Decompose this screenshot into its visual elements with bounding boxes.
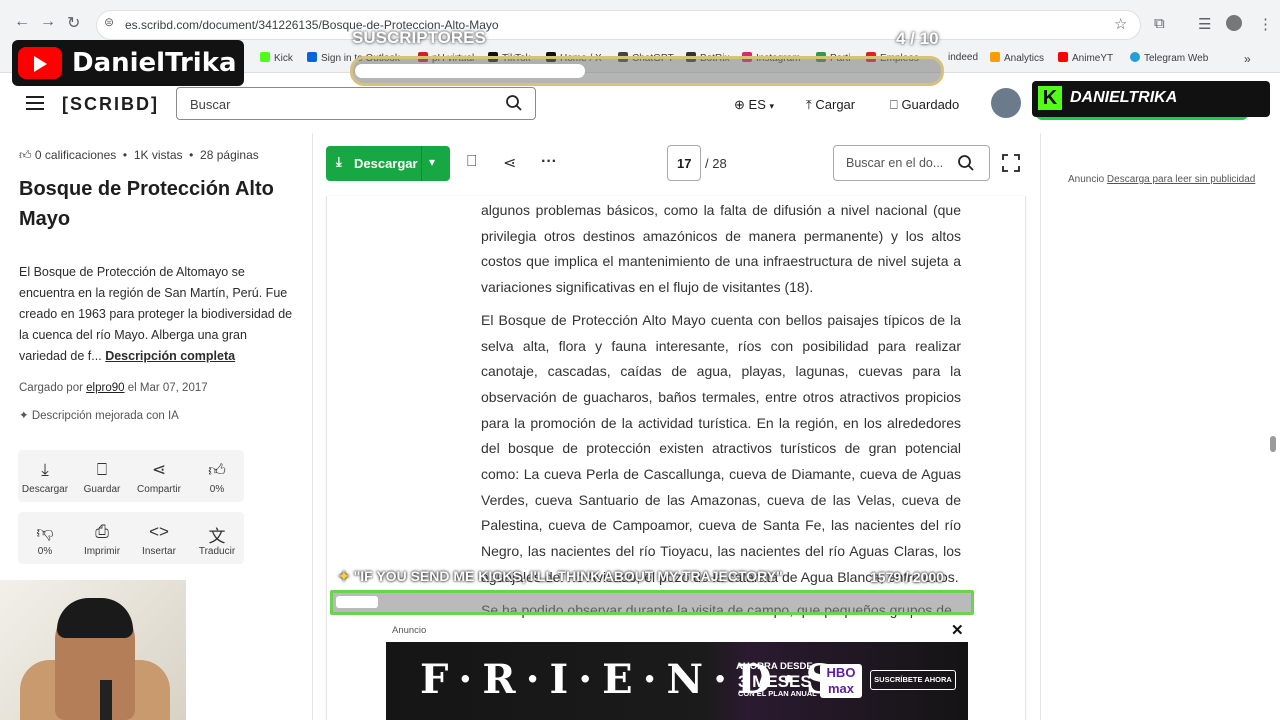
document-paragraph: algunos problemas básicos, como la falta… (481, 202, 961, 296)
scrollbar-thumb[interactable] (1270, 436, 1276, 452)
bookmark-icon: ⎕ (96, 460, 108, 479)
scribd-logo[interactable]: [SCRIBD] (62, 94, 159, 115)
right-column-divider (1040, 133, 1041, 720)
search-icon[interactable] (957, 154, 975, 172)
language-selector[interactable]: ⊕ ES ▾ (734, 97, 774, 113)
ad-promo-line3: CON EL PLAN ANUAL (738, 689, 817, 698)
uploaded-info: Cargado por elpro90 el Mar 07, 2017 (19, 382, 208, 394)
document-content: algunos problemas básicos, como la falta… (481, 198, 961, 598)
ratings-count: 0 calificaciones (34, 148, 117, 162)
total-pages: / 28 (705, 156, 727, 171)
bookmark-indeed[interactable]: indeed (948, 52, 978, 63)
share-action[interactable]: ⋖ Compartir (133, 460, 185, 495)
translate-icon: 文 (208, 527, 226, 546)
bookmark-icon[interactable]: ⎕ (467, 153, 477, 171)
views-count: 1K vistas (133, 148, 183, 162)
more-options-icon[interactable]: ··· (541, 153, 557, 171)
tab-search-icon[interactable]: ☰ (1198, 15, 1211, 33)
profile-avatar[interactable] (1226, 15, 1242, 31)
chevron-down-icon: ▾ (769, 101, 775, 111)
embed-action[interactable]: <> Insertar (133, 522, 185, 557)
translate-action[interactable]: 文 Traducir (191, 522, 243, 557)
bookmark-analytics[interactable]: Analytics (990, 52, 1044, 64)
saved-button[interactable]: ⎕ Guardado (890, 97, 959, 113)
subscribers-goal-fill (355, 64, 585, 78)
uploader-link[interactable]: elpro90 (86, 382, 124, 394)
reload-icon[interactable]: ↻ (67, 13, 80, 33)
forward-icon[interactable]: → (40, 13, 56, 31)
bookmark-animeyt[interactable]: AnimeYT (1058, 52, 1113, 64)
stream-comment-overlay: ✦ "IF YOU SEND ME KICKS, I'LL THINK ABOU… (338, 568, 783, 584)
download-action[interactable]: ⤓ Descargar (19, 460, 71, 495)
ad-promo-line1: AHORRA DESDE (736, 661, 813, 672)
right-ad-label: Anuncio Descarga para leer sin publicida… (1068, 174, 1256, 185)
remove-ads-link[interactable]: Descarga para leer sin publicidad (1107, 174, 1255, 185)
chevron-down-icon[interactable]: ▾ (429, 155, 435, 169)
subscribers-goal-count: 4 / 10 (896, 29, 939, 48)
dislike-action[interactable]: 👎︎ 0% (19, 522, 71, 557)
download-icon: ⤓ (41, 460, 49, 479)
document-description: El Bosque de Protección de Altomayo se e… (19, 262, 294, 367)
document-search-placeholder: Buscar en el do... (846, 156, 944, 170)
bottom-ad-label: Anuncio (392, 625, 427, 636)
hamburger-menu-icon[interactable] (26, 96, 44, 110)
embed-icon: <> (149, 522, 169, 541)
upload-button[interactable]: ⤒ Cargar (806, 97, 855, 113)
bookmark-telegram[interactable]: Telegram Web (1130, 52, 1208, 64)
thumbs-up-icon: 👍︎ (19, 148, 32, 162)
menu-icon[interactable]: ⋮ (1258, 15, 1273, 33)
doc-stats: 👍︎ 0 calificaciones • 1K vistas • 28 pág… (19, 148, 259, 162)
fullscreen-icon[interactable] (1002, 154, 1020, 172)
document-paragraph: El Bosque de Protección Alto Mayo cuenta… (481, 311, 961, 585)
print-icon: ⎙ (95, 522, 109, 541)
subscribers-goal-label: SUSCRIPTORES (352, 28, 486, 47)
extensions-icon[interactable]: ⧉ (1154, 15, 1165, 32)
download-button-divider (421, 146, 422, 181)
close-icon[interactable]: ✕ (951, 621, 964, 639)
bookmark-icon: ⎕ (890, 97, 898, 112)
save-action[interactable]: ⎕ Guardar (76, 460, 128, 495)
search-icon[interactable] (505, 94, 523, 112)
print-action[interactable]: ⎙ Imprimir (76, 522, 128, 557)
play-icon (34, 56, 47, 72)
comment-goal-count: 1579 / 2000 (870, 569, 944, 585)
bookmarks-overflow-icon[interactable]: » (1244, 52, 1251, 66)
document-title: Bosque de Protección Alto Mayo (19, 178, 274, 230)
download-icon: ⤓ (336, 154, 342, 169)
channel-name: DanielTrika (72, 48, 237, 78)
comment-goal-fill (336, 596, 378, 608)
hbo-max-logo: HBO max (820, 664, 862, 698)
star-bookmark-icon[interactable]: ☆ (1114, 15, 1127, 33)
comment-goal-bar (330, 590, 974, 615)
kick-channel-name: DANIELTRIKA (1070, 89, 1178, 106)
site-info-icon[interactable]: ⊜ (104, 15, 114, 29)
full-description-link[interactable]: Descripción completa (105, 349, 235, 363)
share-icon: ⋖ (151, 460, 167, 479)
search-placeholder: Buscar (190, 97, 231, 112)
current-page: 17 (677, 156, 692, 171)
user-avatar[interactable] (991, 88, 1021, 118)
sparkle-icon: ✦ (19, 410, 29, 422)
thumbs-down-icon: 👎︎ (36, 523, 54, 542)
like-action[interactable]: 👍︎ 0% (191, 460, 243, 495)
thumbs-up-icon: 👍︎ (208, 461, 226, 480)
bookmark-kick[interactable]: Kick (260, 52, 293, 64)
download-button-label: Descargar (354, 156, 418, 171)
sidebar-divider (312, 133, 313, 720)
ad-subscribe-button[interactable]: SUSCRÍBETE AHORA (870, 670, 956, 690)
kick-logo: K (1038, 86, 1062, 110)
microphone (100, 680, 112, 720)
back-icon[interactable]: ← (14, 13, 30, 31)
globe-icon: ⊕ (734, 97, 745, 112)
pages-count: 28 páginas (200, 148, 259, 162)
share-icon[interactable]: ⋖ (503, 153, 516, 173)
sparkle-icon: ✦ (338, 568, 350, 584)
ai-enhanced-note: ✦ Descripción mejorada con IA (19, 410, 179, 422)
upload-icon: ⤒ (806, 97, 812, 112)
